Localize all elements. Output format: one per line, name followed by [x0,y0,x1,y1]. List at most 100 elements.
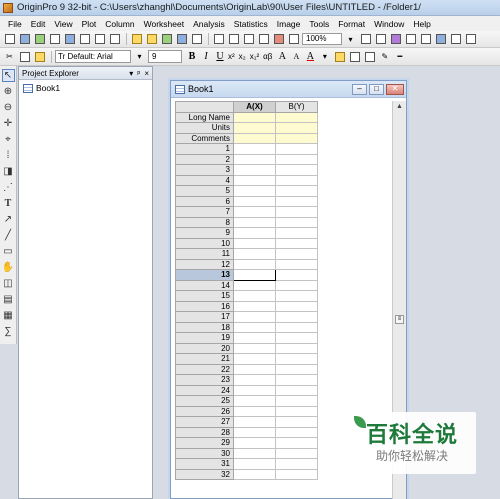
new-layout-icon[interactable] [93,33,106,45]
cell[interactable] [233,206,276,218]
import-ascii-icon[interactable] [212,33,225,45]
scrollbar-thumb[interactable]: ≡ [395,315,404,324]
row-header[interactable]: 24 [175,384,234,396]
cell[interactable] [275,426,318,438]
row-header[interactable]: 17 [175,311,234,323]
row-header[interactable]: 5 [175,185,234,197]
new-matrix-icon[interactable] [63,33,76,45]
print-icon[interactable] [257,33,270,45]
pattern-icon[interactable] [348,51,361,63]
cell[interactable] [233,405,276,417]
cell[interactable] [233,237,276,249]
meta-row-label[interactable]: Comments [175,132,234,144]
cell[interactable] [233,164,276,176]
menu-tools[interactable]: Tools [309,19,329,29]
cell[interactable] [233,185,276,197]
message-log-icon[interactable] [434,33,447,45]
font-color-button[interactable]: A [304,51,316,62]
pin-icon[interactable]: ᵖ [137,69,140,78]
cell[interactable] [233,143,276,155]
maximize-button[interactable]: □ [369,83,384,95]
underline-button[interactable]: U [214,51,226,62]
cell[interactable] [275,185,318,197]
project-explorer-icon[interactable] [419,33,432,45]
menu-file[interactable]: File [8,19,22,29]
cell[interactable] [275,342,318,354]
chevron-down-icon[interactable]: ▾ [318,51,331,63]
menu-statistics[interactable]: Statistics [234,19,268,29]
row-header[interactable]: 28 [175,426,234,438]
cell[interactable] [233,426,276,438]
cell[interactable] [275,332,318,344]
open-template-icon[interactable] [145,33,158,45]
superscript-button[interactable]: x² [228,52,235,61]
cell[interactable] [233,363,276,375]
chevron-down-icon[interactable]: ▾ [344,33,357,45]
menu-column[interactable]: Column [105,19,134,29]
cell[interactable] [275,143,318,155]
cell[interactable] [275,153,318,165]
app-center-icon[interactable] [449,33,462,45]
cell[interactable] [233,216,276,228]
cell[interactable] [275,174,318,186]
cell[interactable] [275,405,318,417]
data-selector-icon[interactable]: ⁞ [2,149,15,162]
fill-color-icon[interactable] [333,51,346,63]
row-header[interactable]: 26 [175,405,234,417]
cell[interactable] [275,279,318,291]
cell[interactable] [275,447,318,459]
new-workbook-icon[interactable] [18,33,31,45]
copy-icon[interactable] [18,51,31,63]
cell[interactable] [233,374,276,386]
row-header[interactable]: 32 [175,468,234,480]
cell[interactable] [275,248,318,260]
cell[interactable] [275,122,318,134]
supsub-button[interactable]: x₁² [250,52,259,61]
new-function-icon[interactable] [78,33,91,45]
cell[interactable] [233,111,276,123]
row-header[interactable]: 1 [175,143,234,155]
increase-font-button[interactable]: A [276,51,288,62]
grid-corner[interactable] [175,101,234,113]
cell[interactable] [275,195,318,207]
pointer-icon[interactable]: ↖ [1,69,15,82]
row-header[interactable]: 27 [175,416,234,428]
column-header-a[interactable]: A(X) [233,101,276,113]
row-header[interactable]: 15 [175,290,234,302]
cell[interactable] [275,353,318,365]
font-select[interactable]: Tr Default: Arial [55,50,131,63]
pen-icon[interactable]: ✎ [378,51,391,63]
row-header[interactable]: 11 [175,248,234,260]
row-header[interactable]: 7 [175,206,234,218]
cell[interactable] [233,437,276,449]
cell[interactable] [233,384,276,396]
refresh-icon[interactable] [272,33,285,45]
line-tool-icon[interactable]: ╱ [2,229,15,242]
bold-button[interactable]: B [186,51,198,62]
row-header[interactable]: 19 [175,332,234,344]
new-graph-icon[interactable] [48,33,61,45]
row-header[interactable]: 2 [175,153,234,165]
cell[interactable] [275,164,318,176]
cell[interactable] [233,321,276,333]
chevron-down-icon[interactable]: ▾ [133,51,146,63]
cell[interactable] [275,321,318,333]
active-cell[interactable] [233,269,276,281]
row-header[interactable]: 8 [175,216,234,228]
explorer-item-book1[interactable]: Book1 [19,80,152,96]
hand-tool-icon[interactable]: ✋ [2,261,15,274]
cell[interactable] [233,395,276,407]
menu-window[interactable]: Window [374,19,404,29]
cell[interactable] [233,300,276,312]
row-header[interactable]: 23 [175,374,234,386]
new-excel-icon[interactable] [33,33,46,45]
close-button[interactable]: ✕ [386,83,404,95]
menu-worksheet[interactable]: Worksheet [144,19,184,29]
cell[interactable] [275,363,318,375]
cut-icon[interactable]: ✂ [3,51,16,63]
cell[interactable] [233,353,276,365]
code-builder-icon[interactable] [389,33,402,45]
cell[interactable] [233,279,276,291]
region-tool-icon[interactable]: ◫ [2,277,15,290]
open-excel-icon[interactable] [160,33,173,45]
